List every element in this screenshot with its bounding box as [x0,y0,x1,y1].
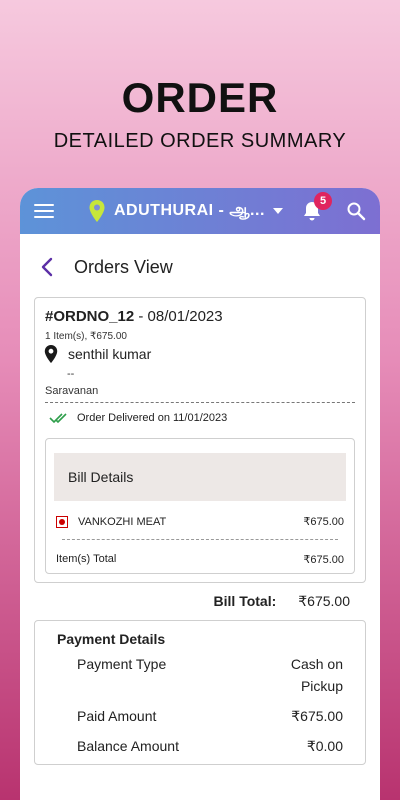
payment-details-card: Payment Details Payment Type Cash on Pic… [34,620,366,765]
location-pin-icon [89,200,105,222]
order-date: - 08/01/2023 [134,308,223,325]
paid-amount-value: ₹675.00 [291,708,343,724]
map-pin-icon [44,345,58,363]
bill-line-item: VANKOZHI MEAT ₹675.00 [56,515,344,528]
payment-type-row: Payment Type Cash on Pickup [77,653,343,697]
non-veg-indicator-icon [56,515,68,528]
items-total-row: Item(s) Total ₹675.00 [56,553,344,566]
items-total-label: Item(s) Total [56,553,117,565]
order-id: #ORDNO_12 [45,308,135,325]
order-items-summary: 1 Item(s), ₹675.00 [45,331,127,342]
order-status-text: Order Delivered on 11/01/2023 [77,412,228,424]
paid-amount-row: Paid Amount ₹675.00 [77,705,343,727]
chevron-down-icon[interactable] [272,208,283,214]
search-icon[interactable] [346,201,366,221]
page-title: Orders View [74,256,173,277]
payment-details-title: Payment Details [57,631,166,647]
hamburger-menu-icon[interactable] [34,204,54,218]
back-arrow-icon[interactable] [40,257,54,277]
line-item-name: VANKOZHI MEAT [78,515,167,528]
phone-screen: ADUTHURAI - ஆ... 5 Orders View #ORDNO_12… [20,188,380,800]
double-check-icon [49,413,67,424]
payment-type-value: Cash on Pickup [290,656,343,694]
order-card: #ORDNO_12 - 08/01/2023 1 Item(s), ₹675.0… [34,297,366,583]
bill-details-header: Bill Details [54,453,346,501]
customer-row: senthil kumar [43,344,151,364]
hero-subtitle: DETAILED ORDER SUMMARY [53,130,347,152]
bill-details-card: Bill Details VANKOZHI MEAT ₹675.00 Item(… [45,438,355,574]
payment-type-label: Payment Type [77,656,167,672]
balance-amount-value: ₹0.00 [306,738,343,754]
paid-amount-label: Paid Amount [77,708,157,724]
balance-amount-row: Balance Amount ₹0.00 [77,735,343,757]
balance-amount-label: Balance Amount [77,738,179,754]
order-status: Order Delivered on 11/01/2023 [49,412,227,424]
app-bar: ADUTHURAI - ஆ... 5 [20,188,380,234]
divider [45,402,355,403]
hero-title: ORDER [121,74,279,121]
bill-total-row: Bill Total: ₹675.00 [214,593,350,610]
page-header: Orders View [20,234,380,300]
staff-name: Saravanan [45,385,99,397]
customer-name: senthil kumar [68,346,152,362]
line-item-price: ₹675.00 [303,516,344,528]
bill-total-value: ₹675.00 [298,593,350,609]
divider [62,539,338,540]
location-selector[interactable]: ADUTHURAI - ஆ... [114,201,265,221]
items-total-value: ₹675.00 [303,554,344,566]
bill-total-label: Bill Total: [213,593,277,609]
customer-extra: -- [67,368,75,380]
notification-badge: 5 [314,192,332,210]
order-heading: #ORDNO_12 - 08/01/2023 [45,308,223,325]
